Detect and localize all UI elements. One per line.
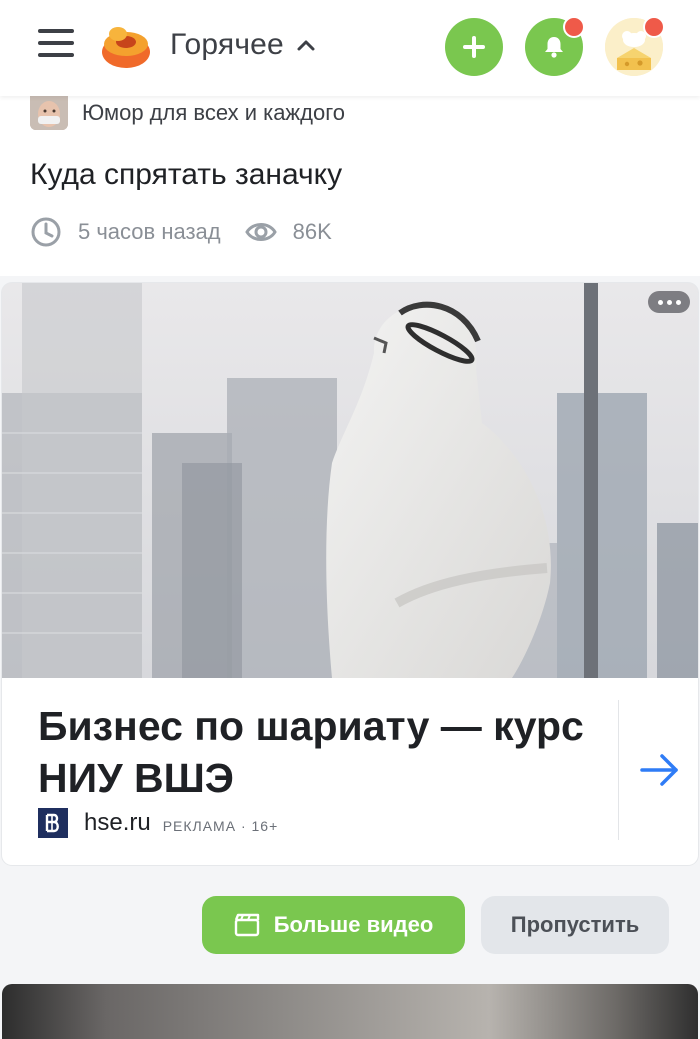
section-title-label: Горячее (170, 28, 284, 61)
post-title[interactable]: Куда спрятать заначку (30, 158, 342, 192)
ad-image (2, 283, 698, 678)
community-link[interactable]: Юмор для всех и каждого (30, 96, 345, 130)
ad-domain-link[interactable]: hse.ru (84, 809, 151, 837)
next-post-image[interactable] (2, 984, 698, 1039)
add-post-button[interactable] (445, 18, 503, 76)
post-card: Юмор для всех и каждого Куда спрятать за… (0, 96, 700, 276)
chevron-up-icon (297, 40, 315, 51)
community-avatar (30, 96, 68, 130)
menu-icon[interactable] (38, 29, 74, 61)
clapperboard-icon (234, 913, 259, 937)
community-name: Юмор для всех и каждого (82, 100, 346, 125)
ad-options-button[interactable] (648, 291, 690, 313)
post-time: 5 часов назад (78, 219, 221, 244)
pikabu-logo[interactable] (100, 22, 152, 72)
clock-icon (31, 217, 61, 247)
ad-body: Бизнес по шариату — курс НИУ ВШЭ hse.ru … (2, 678, 698, 865)
profile-badge (643, 16, 665, 38)
notifications-button[interactable] (525, 16, 585, 76)
skip-label: Пропустить (510, 912, 640, 937)
plus-icon (463, 36, 485, 58)
more-video-label: Больше видео (273, 912, 434, 937)
bell-icon (545, 37, 563, 58)
eye-icon (244, 223, 277, 241)
post-views: 86K (292, 219, 332, 244)
section-selector[interactable]: Горячее (170, 28, 316, 62)
ad-divider (618, 700, 619, 840)
top-bar: Горячее (0, 0, 700, 96)
skip-button[interactable]: Пропустить (481, 896, 669, 954)
post-meta: 5 часов назад 86K (30, 216, 332, 248)
hse-logo-icon (38, 808, 68, 838)
ad-source: hse.ru РЕКЛАМА · 16+ (38, 808, 278, 838)
arrow-right-icon[interactable] (638, 750, 682, 790)
ad-label: РЕКЛАМА · 16+ (162, 817, 279, 834)
notification-badge (563, 16, 585, 38)
more-video-button[interactable]: Больше видео (202, 896, 465, 954)
ad-card[interactable]: Бизнес по шариату — курс НИУ ВШЭ hse.ru … (2, 283, 698, 865)
ad-title[interactable]: Бизнес по шариату — курс НИУ ВШЭ (38, 700, 598, 804)
